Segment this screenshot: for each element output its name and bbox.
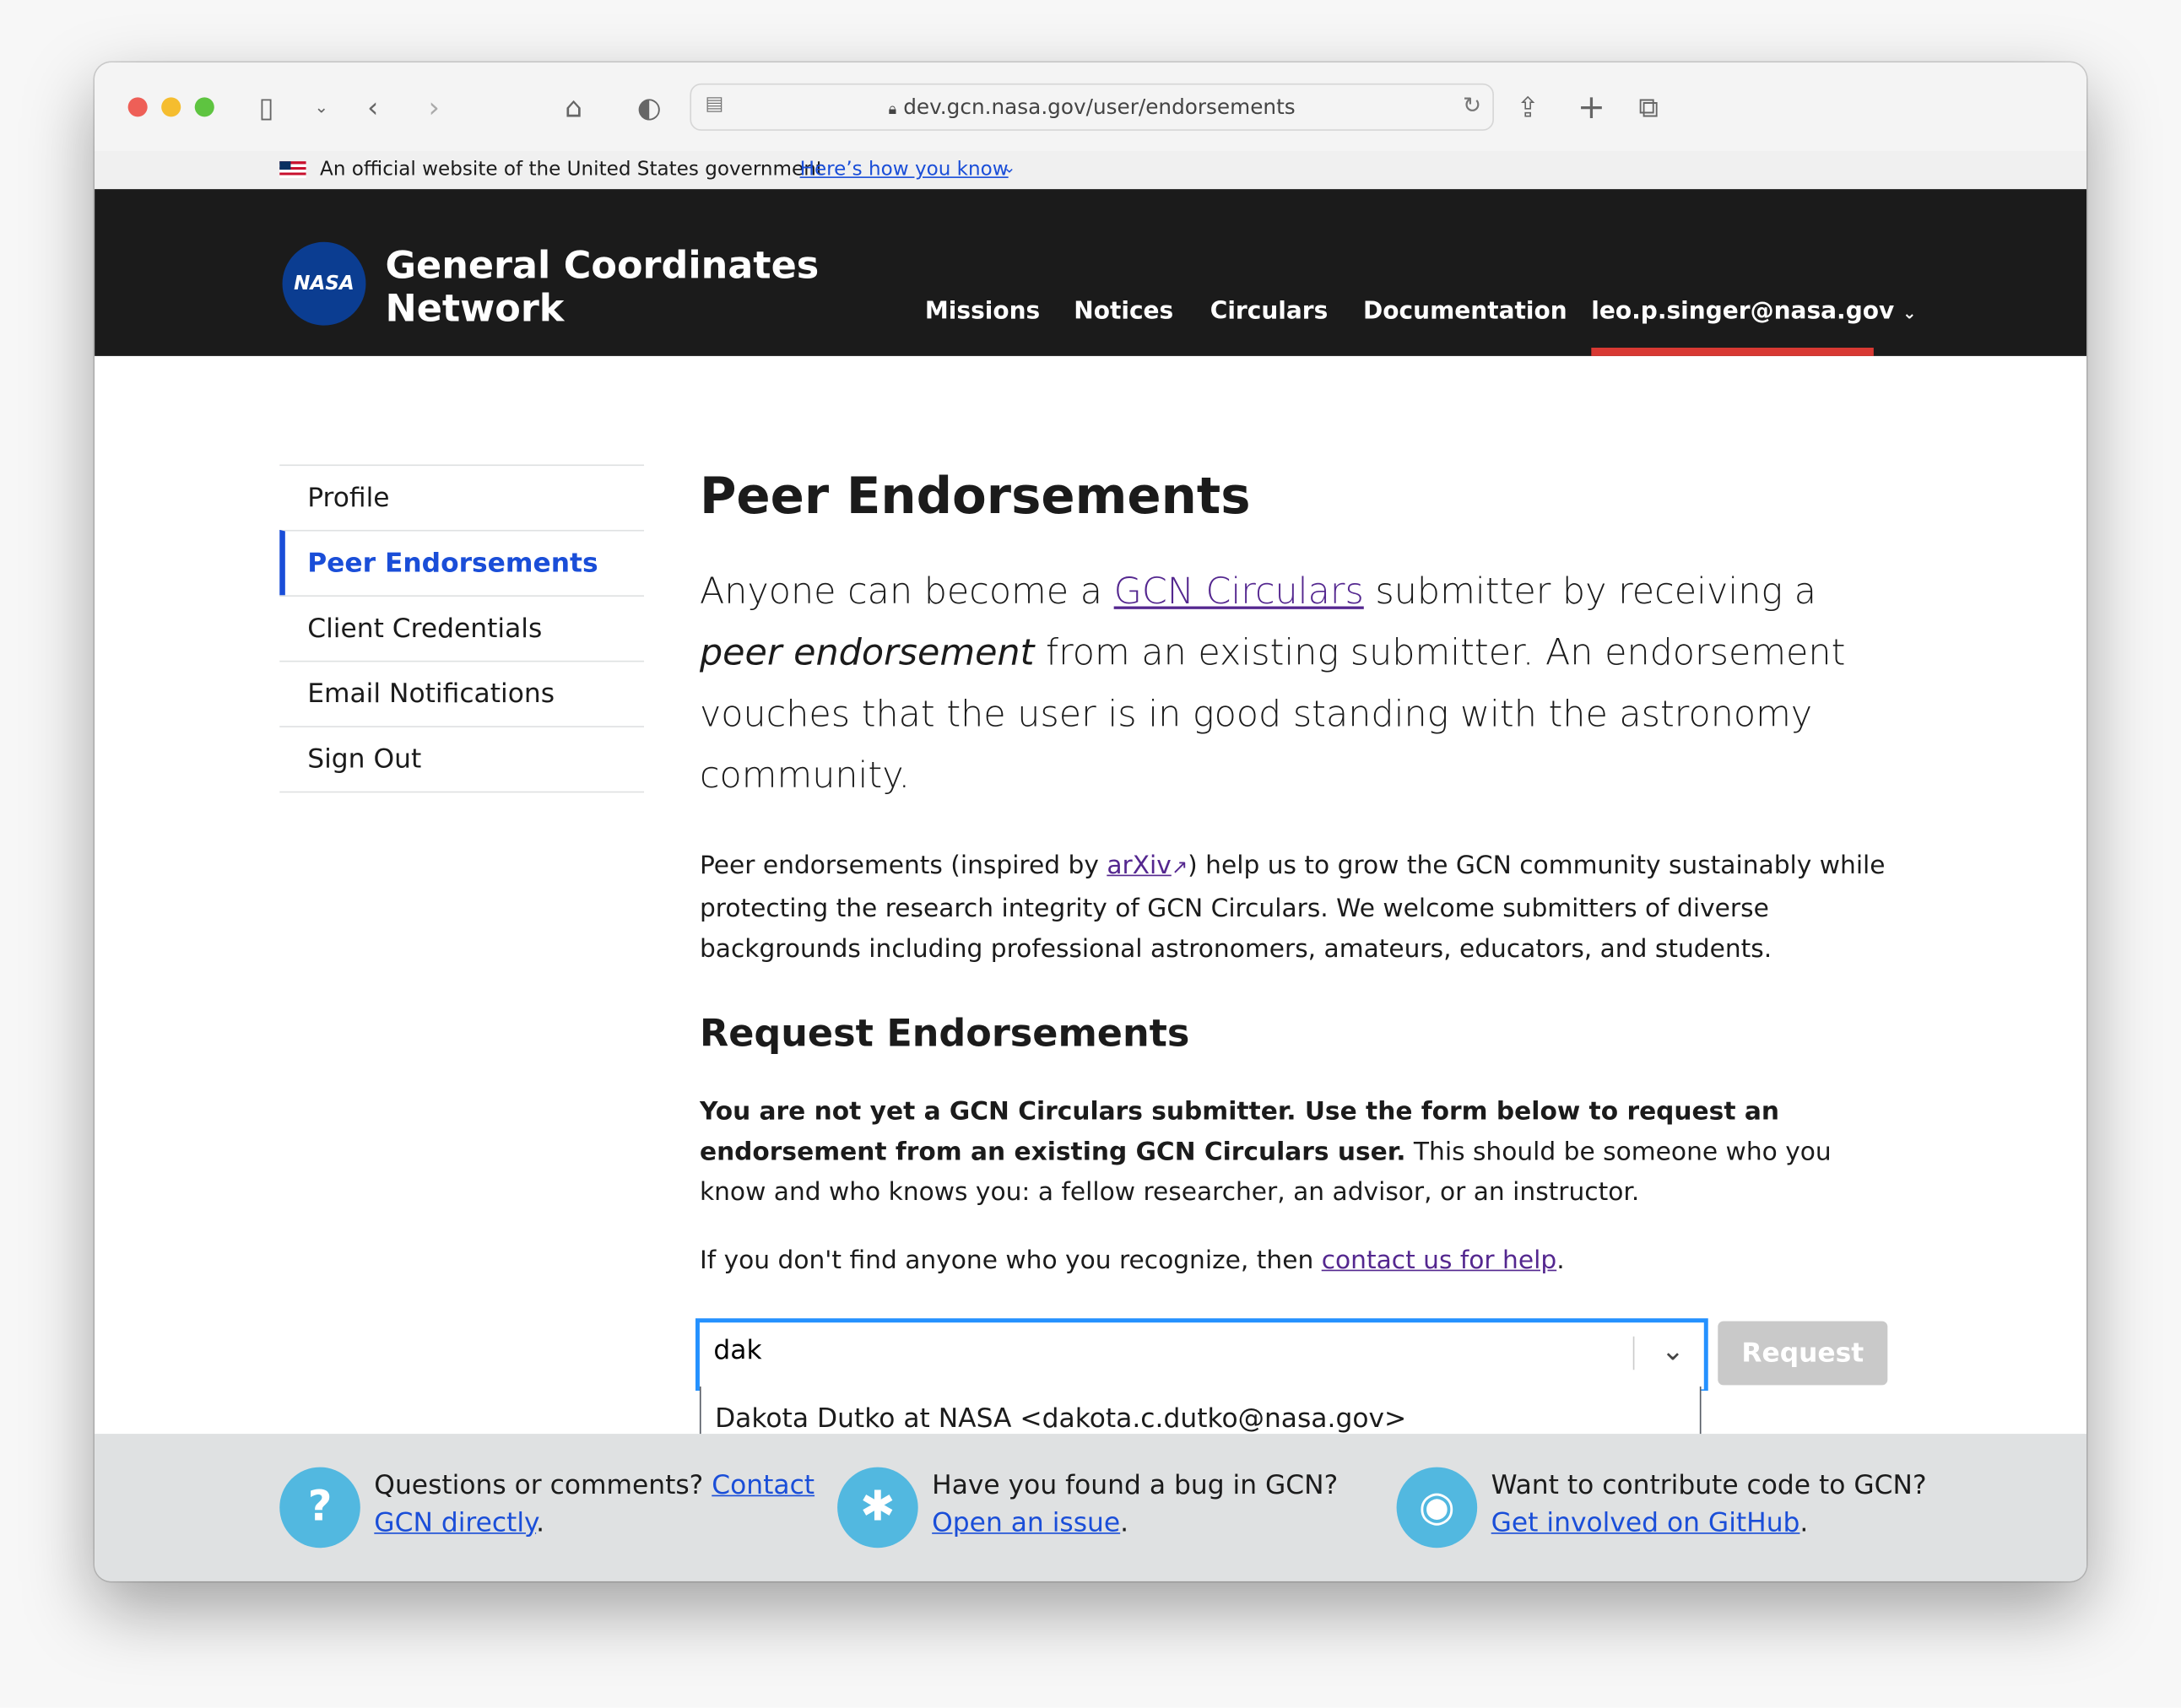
share-icon[interactable]: ⇪ (1516, 88, 1540, 127)
section-title: Request Endorsements (699, 1012, 1190, 1056)
gov-banner: An official website of the United States… (95, 151, 2087, 190)
sidebar-item-sign-out[interactable]: Sign Out (279, 726, 645, 793)
sidebar-item-peer-endorsements[interactable]: Peer Endorsements (279, 529, 645, 596)
url-text: dev.gcn.nasa.gov/user/endorsements (903, 95, 1296, 120)
endorser-search-input[interactable] (711, 1333, 1607, 1367)
notice-paragraph: You are not yet a GCN Circulars submitte… (699, 1097, 1832, 1208)
back-icon[interactable]: ‹ (367, 88, 378, 127)
browser-toolbar: ▯ ⌄ ‹ › ⌂ ◐ ▤ 🔒︎ dev.gcn.nasa.gov/user/e… (95, 62, 2087, 154)
page-content: Profile Peer Endorsements Client Credent… (95, 356, 2086, 1451)
nav-notices[interactable]: Notices (1074, 298, 1173, 326)
nav-missions[interactable]: Missions (925, 298, 1040, 326)
contact-help-link[interactable]: contact us for help (1322, 1246, 1556, 1276)
lock-icon: 🔒︎ (888, 100, 897, 119)
minimize-button[interactable] (161, 97, 181, 117)
external-link-icon: ↗ (1171, 857, 1188, 879)
nav-user-menu[interactable]: leo.p.singer@nasa.gov ⌄ (1591, 298, 1916, 326)
github-link[interactable]: Get involved on GitHub (1491, 1507, 1800, 1538)
new-tab-icon[interactable]: + (1578, 88, 1605, 127)
help-paragraph: If you don't find anyone who you recogni… (699, 1246, 1565, 1276)
endorser-combobox[interactable]: ⌄ (695, 1318, 1708, 1391)
chevron-down-icon[interactable]: ⌄ (314, 88, 328, 127)
nasa-logo[interactable]: NASA (282, 241, 366, 326)
sidebar-item-profile[interactable]: Profile (279, 464, 645, 529)
nav-documentation[interactable]: Documentation (1363, 298, 1567, 326)
us-flag-icon (279, 161, 306, 178)
gov-banner-text: An official website of the United States… (320, 158, 824, 181)
address-bar[interactable]: ▤ 🔒︎ dev.gcn.nasa.gov/user/endorsements … (690, 83, 1494, 131)
how-you-know-link[interactable]: Here’s how you know (800, 159, 1009, 181)
chevron-down-icon[interactable]: ⌄ (1003, 159, 1015, 176)
sidebar-item-email-notifications[interactable]: Email Notifications (279, 660, 645, 726)
home-icon[interactable]: ⌂ (565, 88, 582, 127)
shield-icon[interactable]: ◐ (637, 88, 662, 127)
nav-circulars[interactable]: Circulars (1210, 298, 1329, 326)
zoom-button[interactable] (194, 97, 214, 117)
arxiv-link[interactable]: arXiv (1107, 851, 1172, 881)
site-title[interactable]: General Coordinates Network (385, 245, 819, 331)
bug-icon: ✱ (837, 1467, 918, 1549)
question-icon: ? (279, 1467, 360, 1549)
reload-icon[interactable]: ↻ (1463, 92, 1481, 118)
request-button[interactable]: Request (1718, 1321, 1888, 1386)
close-button[interactable] (127, 97, 148, 117)
active-nav-indicator (1591, 348, 1874, 356)
browser-window: ▯ ⌄ ‹ › ⌂ ◐ ▤ 🔒︎ dev.gcn.nasa.gov/user/e… (95, 62, 2087, 1581)
github-icon: ◉ (1396, 1467, 1478, 1549)
tabs-overview-icon[interactable]: ⧉ (1638, 88, 1659, 127)
sidebar-item-client-credentials[interactable]: Client Credentials (279, 595, 645, 660)
divider (1632, 1336, 1635, 1370)
gcn-circulars-link[interactable]: GCN Circulars (1114, 571, 1364, 613)
chevron-down-icon[interactable]: ⌄ (1661, 1333, 1685, 1367)
intro-paragraph: Peer endorsements (inspired by arXiv↗) h… (699, 851, 1886, 965)
site-footer: ? Questions or comments? Contact GCN dire… (95, 1434, 2087, 1581)
open-issue-link[interactable]: Open an issue (932, 1507, 1120, 1538)
lead-paragraph: Anyone can become a GCN Circulars submit… (699, 571, 1846, 797)
page-title: Peer Endorsements (699, 468, 1251, 526)
sidebar-toggle-icon[interactable]: ▯ (259, 88, 274, 127)
sidebar-nav: Profile Peer Endorsements Client Credent… (279, 464, 645, 793)
chevron-down-icon: ⌄ (1902, 303, 1917, 323)
forward-icon[interactable]: › (429, 88, 440, 127)
site-header: NASA General Coordinates Network Missions… (95, 189, 2087, 356)
main-content: Peer Endorsements Anyone can become a GC… (695, 464, 1896, 1451)
